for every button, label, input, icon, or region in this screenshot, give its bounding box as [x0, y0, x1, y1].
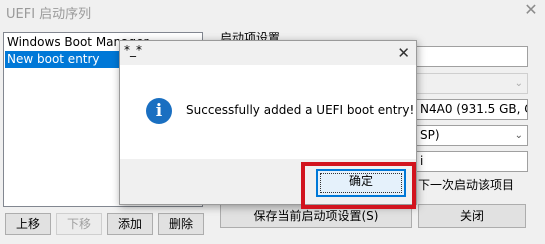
chevron-down-icon: ⌄: [514, 78, 523, 89]
next-boot-label[interactable]: 下一次启动该项目: [418, 176, 514, 193]
dialog-body: i Successfully added a UEFI boot entry!: [120, 65, 416, 159]
delete-button[interactable]: 删除: [158, 213, 204, 235]
chevron-down-icon: ⌄: [514, 130, 523, 141]
dialog-title: *_*: [124, 43, 142, 57]
message-dialog: *_* ✕ i Successfully added a UEFI boot e…: [119, 40, 417, 209]
close-button[interactable]: 关闭: [418, 204, 526, 228]
boot-path-value: i: [420, 154, 424, 168]
dialog-close-icon[interactable]: ✕: [397, 44, 410, 62]
info-icon: i: [146, 98, 172, 124]
move-down-button: 下移: [56, 213, 102, 235]
window-close-icon[interactable]: ✕: [520, 0, 542, 20]
dialog-message: Successfully added a UEFI boot entry!: [186, 103, 415, 117]
partition-dropdown-value: SP): [420, 128, 440, 142]
add-button[interactable]: 添加: [107, 213, 153, 235]
disk-dropdown-value: N4A0 (931.5 GB, C: [420, 102, 528, 116]
ok-button[interactable]: 确定: [316, 169, 406, 197]
focus-outline: [320, 173, 402, 193]
window-title: UEFI 启动序列: [6, 7, 92, 22]
move-up-button[interactable]: 上移: [5, 213, 51, 235]
